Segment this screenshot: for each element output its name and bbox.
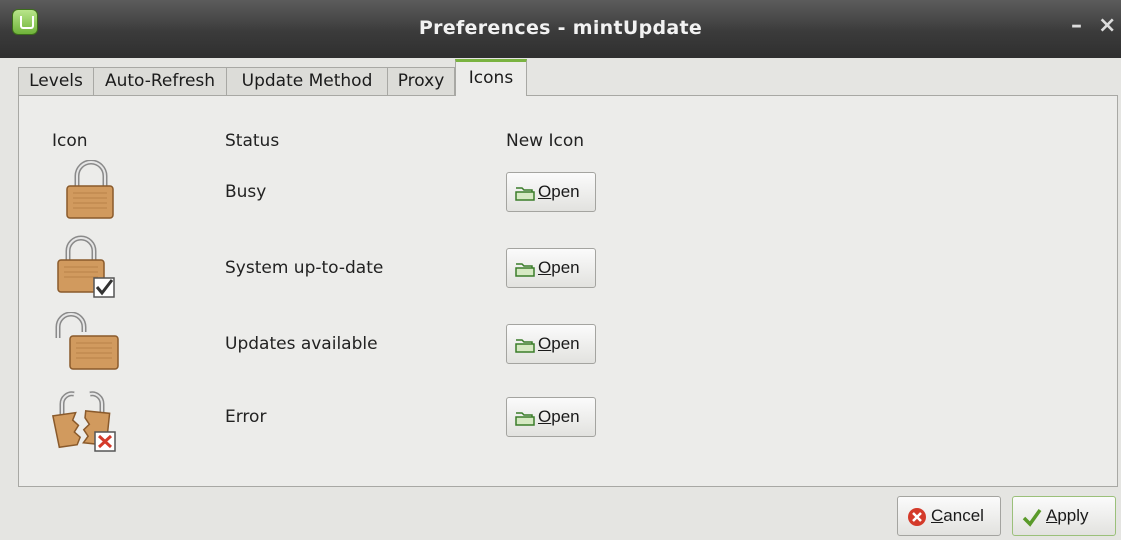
- open-up-to-date-icon-button[interactable]: Open: [506, 248, 596, 288]
- window-title: Preferences - mintUpdate: [418, 17, 703, 39]
- tab-levels[interactable]: Levels: [18, 67, 94, 95]
- apply-button-label: Apply: [1046, 506, 1089, 525]
- open-updates-available-icon-button[interactable]: Open: [506, 324, 596, 364]
- tab-auto-refresh[interactable]: Auto-Refresh: [93, 67, 227, 95]
- tab-icons[interactable]: Icons: [455, 59, 527, 96]
- tab-proxy[interactable]: Proxy: [387, 67, 455, 95]
- status-error-label: Error: [225, 407, 267, 427]
- status-column-header: Status: [225, 131, 280, 151]
- apply-button[interactable]: Apply: [1012, 496, 1116, 536]
- folder-open-icon: [515, 339, 535, 353]
- open-error-icon-button[interactable]: Open: [506, 397, 596, 437]
- folder-open-icon: [515, 263, 535, 277]
- folder-open-icon: [515, 412, 535, 426]
- lock-up-to-date-icon: [57, 235, 115, 298]
- checkmark-icon: [1022, 508, 1042, 527]
- open-button-label: Open: [538, 334, 580, 353]
- open-button-label: Open: [538, 258, 580, 277]
- open-busy-icon-button[interactable]: Open: [506, 172, 596, 212]
- lock-broken-error-icon: [52, 391, 116, 452]
- status-busy-label: Busy: [225, 182, 267, 202]
- open-button-label: Open: [538, 182, 580, 201]
- cancel-button[interactable]: Cancel: [897, 496, 1001, 536]
- lock-open-updates-icon: [55, 312, 119, 370]
- new-icon-column-header: New Icon: [506, 131, 585, 151]
- icon-column-header: Icon: [52, 131, 88, 151]
- status-up-to-date-label: System up-to-date: [225, 258, 384, 278]
- close-button[interactable]: ×: [1098, 14, 1116, 38]
- status-updates-available-label: Updates available: [225, 334, 378, 354]
- tab-update-method[interactable]: Update Method: [226, 67, 388, 95]
- open-button-label: Open: [538, 407, 580, 426]
- title-bar: Preferences - mintUpdate – ×: [0, 0, 1121, 58]
- cancel-icon: [908, 508, 926, 526]
- minimize-button[interactable]: –: [1071, 14, 1082, 38]
- folder-open-icon: [515, 187, 535, 201]
- lock-busy-icon: [66, 160, 114, 219]
- cancel-button-label: Cancel: [931, 506, 984, 525]
